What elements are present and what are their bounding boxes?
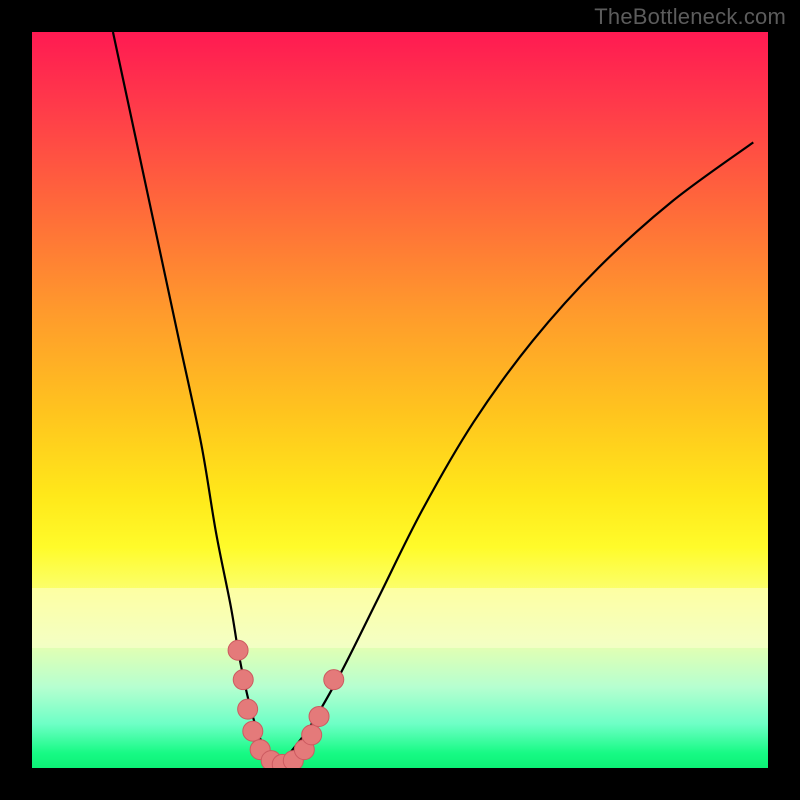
curve-left-branch bbox=[113, 32, 275, 768]
chart-frame: TheBottleneck.com bbox=[0, 0, 800, 800]
data-marker bbox=[233, 670, 253, 690]
data-marker bbox=[309, 706, 329, 726]
plot-area bbox=[32, 32, 768, 768]
data-marker bbox=[228, 640, 248, 660]
data-marker bbox=[302, 725, 322, 745]
data-marker bbox=[324, 670, 344, 690]
data-marker bbox=[243, 721, 263, 741]
watermark-text: TheBottleneck.com bbox=[594, 4, 786, 30]
marker-group bbox=[228, 640, 344, 768]
curve-layer bbox=[32, 32, 768, 768]
curve-right-branch bbox=[275, 142, 753, 768]
data-marker bbox=[238, 699, 258, 719]
